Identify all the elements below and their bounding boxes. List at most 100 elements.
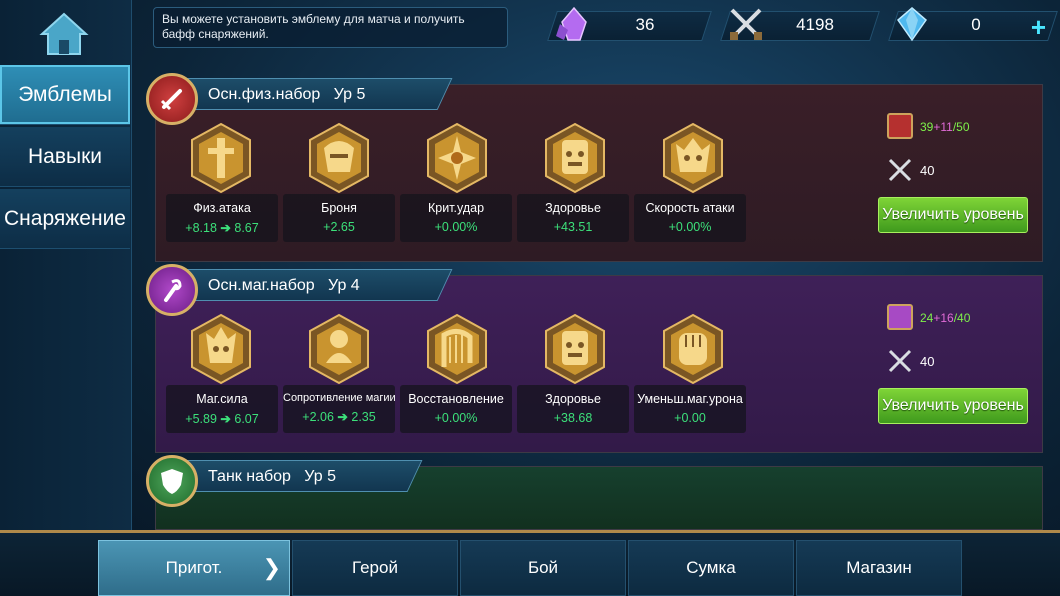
fragment-max: /40 (953, 311, 971, 325)
stat-name: Здоровье (545, 392, 601, 406)
armor-emblem-icon[interactable] (306, 122, 372, 194)
attack-speed-emblem-icon[interactable] (660, 122, 726, 194)
stat-card: Здоровье +43.51 (517, 194, 629, 242)
fragment-added: +11 (933, 120, 953, 134)
stat-card: Восстановление +0.00% (400, 385, 512, 433)
regeneration-emblem-icon[interactable] (424, 313, 490, 385)
battle-points-value: 4198 (796, 15, 834, 34)
stat-value: +2.06 (302, 410, 334, 424)
stat-card: Скорость атаки +0.00% (634, 194, 746, 242)
tab-label: Сумка (686, 558, 736, 577)
health-emblem-icon[interactable] (542, 313, 608, 385)
stat-value: +8.18 (185, 221, 217, 235)
magic-dust-icon (556, 6, 587, 41)
stat-value: +38.68 (553, 411, 593, 425)
physical-set-badge (146, 73, 198, 125)
diamonds-value: 0 (971, 15, 981, 34)
stat-name: Восстановление (408, 392, 504, 406)
sidebar-item-emblems[interactable]: Эмблемы (0, 65, 130, 125)
home-button[interactable] (38, 10, 90, 58)
tab-battle[interactable]: Бой (460, 540, 626, 596)
stat-name: Броня (321, 201, 357, 215)
fragment-max: /50 (952, 120, 970, 134)
tab-label: Герой (352, 558, 398, 577)
health-emblem-icon[interactable] (542, 122, 608, 194)
magic-power-emblem-icon[interactable] (188, 313, 254, 385)
stat-value-row: +8.18 ➔ 8.67 (166, 220, 278, 235)
fragment-current: 39 (920, 120, 934, 134)
magic-damage-reduction-emblem-icon[interactable] (660, 313, 726, 385)
stat-name: Физ.атака (193, 201, 251, 215)
arrow-right-icon: ➔ (220, 221, 231, 235)
stat-card: Уменьш.маг.урона +0.00 (634, 385, 746, 433)
stat-value: +5.89 (185, 412, 217, 426)
stat-value-row: +5.89 ➔ 6.07 (166, 411, 278, 426)
magic-fragment-icon (887, 304, 913, 330)
stat-next-value: 2.35 (351, 410, 376, 424)
home-icon (39, 12, 89, 55)
set-title-magic: Осн.маг.набор Ур 4 (208, 277, 360, 295)
set-name: Танк набор (208, 468, 291, 485)
fragment-current: 24 (920, 311, 934, 325)
stat-name: Крит.удар (427, 201, 485, 215)
crossed-swords-icon (888, 349, 912, 373)
battle-points-cost: 40 (920, 163, 935, 178)
stat-name: Маг.сила (196, 392, 248, 406)
staff-icon (164, 279, 182, 302)
fragment-added: +16 (933, 311, 954, 325)
stat-card: Сопротивление магии +2.06 ➔ 2.35 (283, 385, 396, 433)
crossed-swords-icon (730, 8, 762, 40)
set-title-physical: Осн.физ.набор Ур 5 (208, 86, 365, 104)
tab-label: Магазин (846, 558, 912, 577)
stat-value-row: +2.06 ➔ 2.35 (283, 409, 395, 424)
tab-hero[interactable]: Герой (292, 540, 458, 596)
chevron-right-icon: ❯ (262, 555, 281, 580)
crit-emblem-icon[interactable] (424, 122, 490, 194)
info-notice: Вы можете установить эмблему для матча и… (153, 7, 508, 48)
stat-value: +0.00 (674, 411, 706, 425)
sidebar-item-label: Снаряжение (4, 206, 126, 230)
battle-points-cost: 40 (920, 354, 935, 369)
set-level: Ур 5 (333, 86, 366, 103)
stat-card: Маг.сила +5.89 ➔ 6.07 (166, 385, 278, 433)
physical-fragment-icon (887, 113, 913, 139)
set-level: Ур 5 (304, 468, 336, 485)
stat-card: Физ.атака +8.18 ➔ 8.67 (166, 194, 278, 242)
magic-dust-value: 36 (635, 15, 655, 34)
stat-card: Крит.удар +0.00% (400, 194, 512, 242)
tab-label: Пригот. (165, 558, 223, 577)
stat-value: +2.65 (323, 220, 355, 234)
stat-value: +0.00% (434, 220, 478, 234)
tab-bag[interactable]: Сумка (628, 540, 794, 596)
stat-value: +0.00% (434, 411, 478, 425)
set-name: Осн.маг.набор (208, 277, 315, 294)
stat-card: Здоровье +38.68 (517, 385, 629, 433)
tab-shop[interactable]: Магазин (796, 540, 962, 596)
tab-prepare[interactable]: Пригот. ❯ (98, 540, 290, 596)
upgrade-level-button-magic[interactable]: Увеличить уровень (878, 388, 1028, 424)
set-level: Ур 4 (328, 277, 360, 294)
stat-name: Уменьш.маг.урона (637, 392, 743, 406)
set-title-tank: Танк набор Ур 5 (208, 468, 336, 486)
add-diamonds-button[interactable]: + (1031, 12, 1046, 43)
upgrade-level-button-physical[interactable]: Увеличить уровень (878, 197, 1028, 233)
arrow-right-icon: ➔ (220, 412, 231, 426)
magic-resistance-emblem-icon[interactable] (306, 313, 372, 385)
stat-next-value: 8.67 (234, 221, 259, 235)
physical-attack-emblem-icon[interactable] (188, 122, 254, 194)
sidebar-item-equipment[interactable]: Снаряжение (0, 189, 130, 249)
crossed-swords-icon (888, 158, 912, 182)
sword-icon (160, 89, 182, 111)
arrow-right-icon: ➔ (337, 410, 348, 424)
fragment-count: 39+11/50 (920, 120, 970, 134)
stat-name: Скорость атаки (645, 201, 735, 215)
stat-value: +43.51 (553, 220, 593, 234)
magic-set-badge (146, 264, 198, 316)
sidebar-item-skills[interactable]: Навыки (0, 127, 130, 187)
stat-next-value: 6.07 (234, 412, 259, 426)
tab-label: Бой (527, 558, 559, 577)
set-name: Осн.физ.набор (208, 86, 321, 103)
sidebar-item-label: Навыки (27, 144, 102, 168)
shield-icon (161, 469, 183, 494)
tank-set-badge (146, 455, 198, 507)
